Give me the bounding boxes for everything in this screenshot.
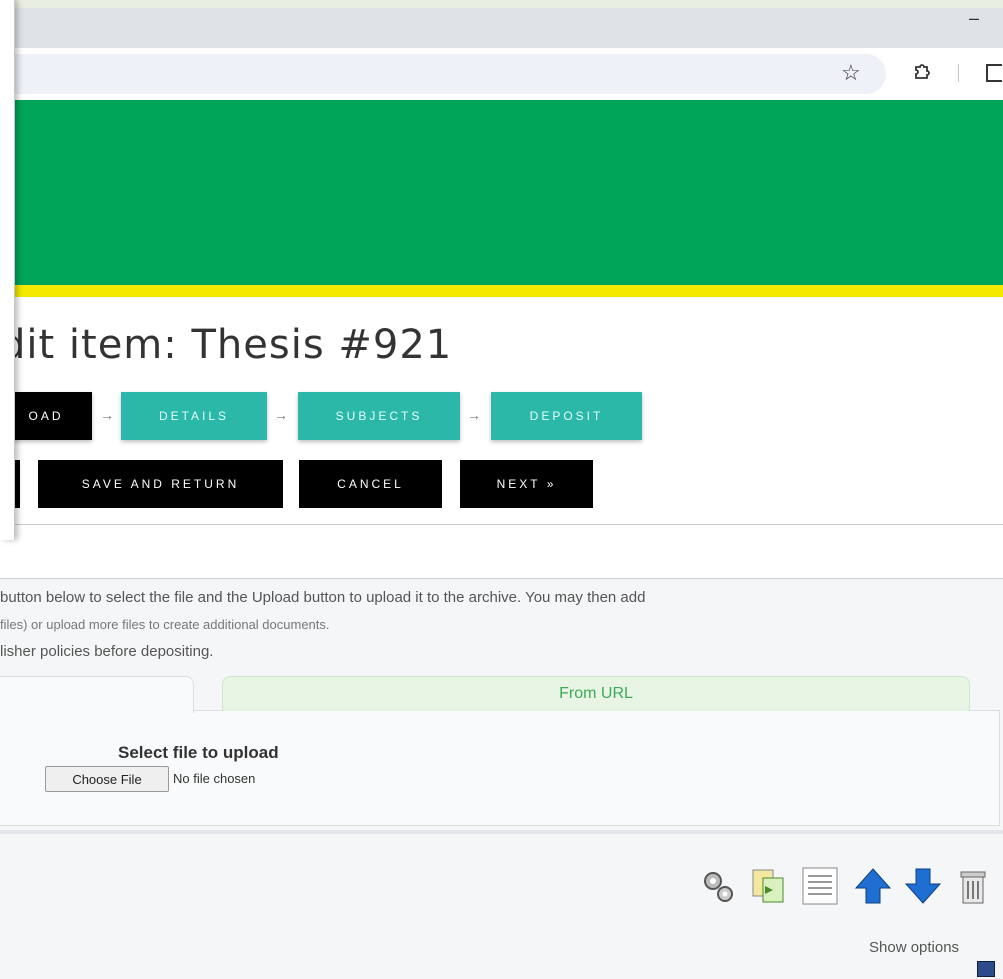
- step-deposit[interactable]: DEPOSIT: [491, 392, 642, 440]
- select-file-label: Select file to upload: [118, 743, 279, 762]
- tab-file-upload[interactable]: [0, 676, 194, 713]
- step-arrow: →: [274, 407, 288, 423]
- toolbar-separator: [958, 64, 959, 82]
- overlay-popup: [0, 0, 15, 540]
- instruction-line-2: files) or upload more files to create ad…: [0, 617, 330, 632]
- minimize-button[interactable]: –: [969, 8, 979, 29]
- instruction-line-1: button below to select the file and the …: [0, 589, 646, 606]
- move-up-icon[interactable]: [853, 866, 893, 906]
- site-banner: [0, 100, 1003, 285]
- document-details-icon[interactable]: [800, 866, 840, 906]
- step-arrow: →: [467, 407, 481, 423]
- step-arrow: →: [100, 407, 114, 423]
- expand-options-icon[interactable]: [977, 961, 995, 977]
- banner-stripe: [0, 285, 1003, 297]
- star-icon[interactable]: ☆: [841, 60, 861, 86]
- tab-from-url[interactable]: From URL: [222, 676, 970, 711]
- browser-top-strip: [0, 0, 1003, 8]
- next-button[interactable]: NEXT »: [460, 460, 593, 508]
- instruction-line-3: lisher policies before depositing.: [0, 643, 214, 660]
- trash-icon[interactable]: [953, 866, 993, 906]
- puzzle-icon[interactable]: [912, 62, 932, 82]
- step-subjects[interactable]: SUBJECTS: [298, 392, 460, 440]
- address-bar[interactable]: [0, 54, 886, 94]
- convert-document-icon[interactable]: [749, 866, 789, 906]
- divider: [0, 578, 1003, 579]
- step-details[interactable]: DETAILS: [121, 392, 267, 440]
- move-down-icon[interactable]: [903, 866, 943, 906]
- section-divider: [0, 830, 1003, 834]
- page-title: dit item: Thesis #921: [0, 322, 453, 368]
- spacer: [0, 525, 1003, 579]
- show-options-link[interactable]: Show options: [869, 939, 959, 956]
- choose-file-button[interactable]: Choose File: [45, 766, 169, 792]
- cancel-button[interactable]: CANCEL: [299, 460, 442, 508]
- gear-icon[interactable]: [698, 866, 738, 906]
- save-and-return-button[interactable]: SAVE AND RETURN: [38, 460, 283, 508]
- no-file-status: No file chosen: [173, 771, 256, 786]
- side-panel-icon[interactable]: [986, 64, 1002, 82]
- browser-titlebar: [0, 8, 1003, 48]
